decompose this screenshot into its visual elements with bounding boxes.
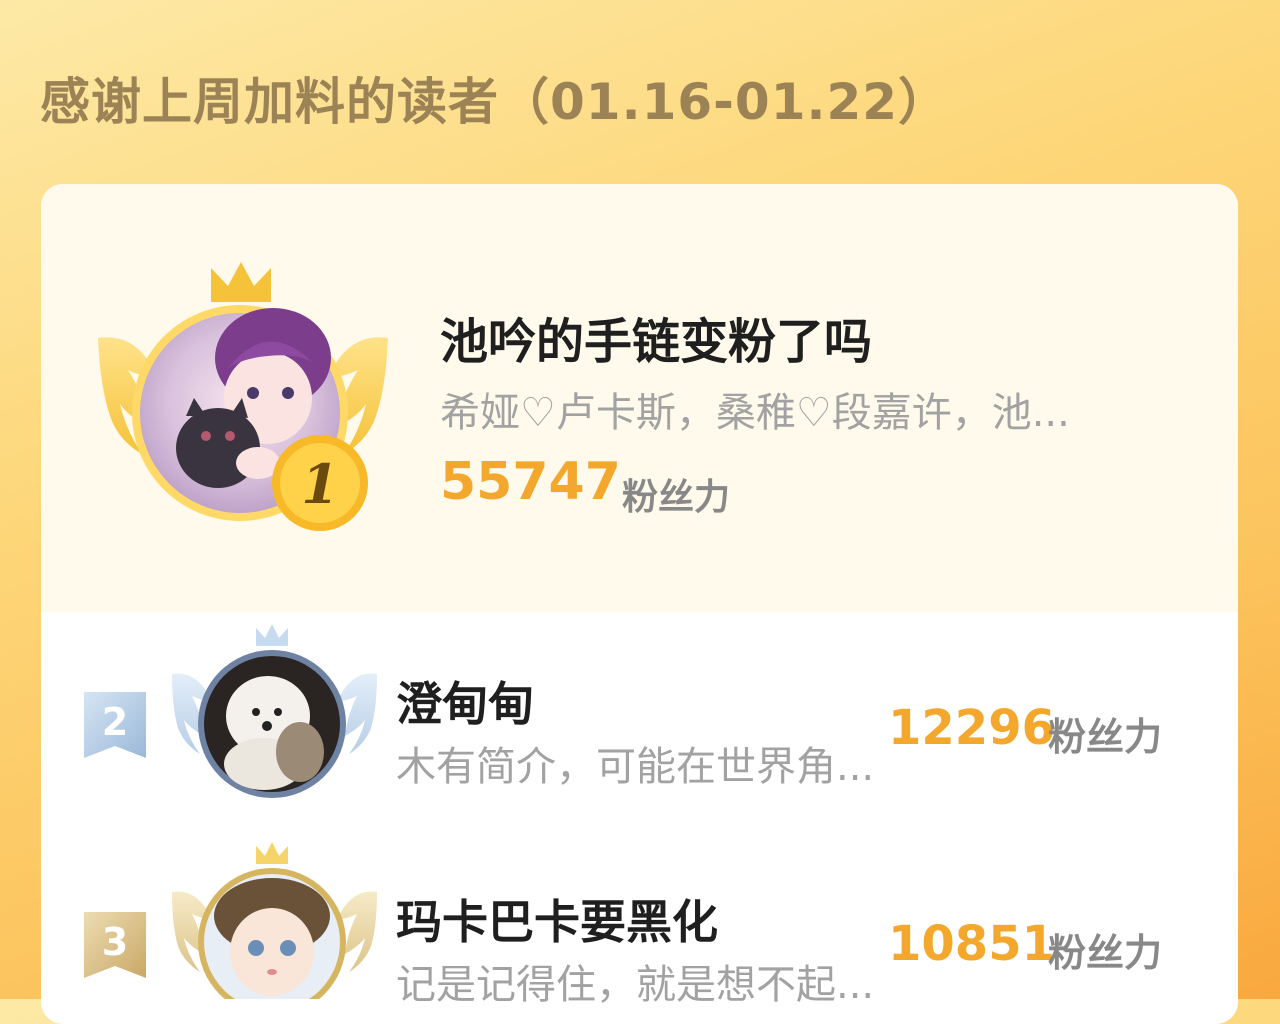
top-reader-name[interactable]: 池吟的手链变粉了吗 [440,302,872,372]
top-reader-bio: 希娅♡卢卡斯，桑稚♡段嘉许，池... [440,390,1070,436]
reader-score-unit: 粉丝力 [1048,715,1163,759]
reader-score: 12296 [888,700,1055,756]
reader-bio: 木有简介，可能在世界角... [396,744,875,790]
top-reader-score: 55747 [440,452,621,512]
wings-icon [172,842,377,999]
reader-name[interactable]: 玛卡巴卡要黑化 [396,886,718,952]
reader-name[interactable]: 澄甸甸 [396,668,534,734]
wings-icon: 1 [98,262,388,531]
top-reader-avatar[interactable]: 1 [98,258,388,533]
reader-bio: 记是记得住，就是想不起... [396,962,875,1008]
rank-number: 2 [101,700,129,744]
top-reader-score-unit: 粉丝力 [622,477,731,518]
rank-medal-icon: 1 [301,452,339,516]
wings-icon [172,624,377,798]
reader-score-unit: 粉丝力 [1048,931,1163,975]
reader-avatar[interactable] [172,624,377,804]
rank-ribbon-icon: 2 [84,692,146,762]
page-title: 感谢上周加料的读者（01.16-01.22） [40,73,950,131]
reader-avatar[interactable] [172,842,377,999]
reader-score: 10851 [888,916,1055,972]
rank-ribbon-icon: 3 [84,912,146,982]
rank-number: 3 [101,920,129,964]
